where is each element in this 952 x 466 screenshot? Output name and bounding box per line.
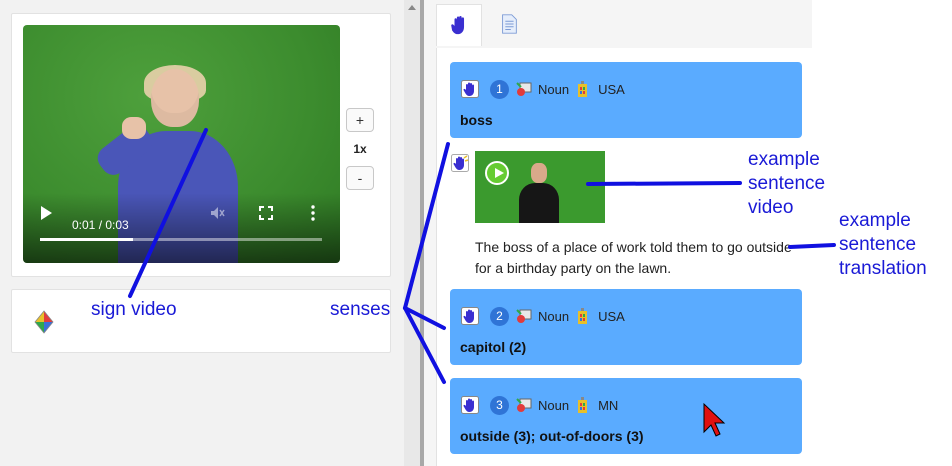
video-progress-bar[interactable] xyxy=(40,238,322,241)
annotation-line: sentence xyxy=(839,234,917,255)
playback-speed-control: + 1x - xyxy=(346,108,374,190)
example-sentence-translation: The boss of a place of work told them to… xyxy=(475,239,792,276)
sense-card-3[interactable]: 3 Noun MN outside (3); out-of-doors (3) xyxy=(450,378,802,454)
sense-number: 1 xyxy=(490,79,509,99)
sense-card-2[interactable]: 2 Noun USA capitol (2) xyxy=(450,289,802,365)
region: USA xyxy=(598,308,625,324)
example-sentence-video[interactable] xyxy=(475,151,605,223)
handshape-compass-icon[interactable] xyxy=(32,310,56,334)
more-options-icon[interactable] xyxy=(310,205,316,221)
annotation-line: video xyxy=(748,197,794,218)
annotation-sign-video: sign video xyxy=(91,299,177,320)
example-signer-figure xyxy=(519,163,559,223)
annotation-senses: senses xyxy=(330,299,391,320)
annotation-example-video: example sentence video xyxy=(748,148,825,220)
play-icon[interactable] xyxy=(41,206,52,220)
speed-label: 1x xyxy=(353,142,367,156)
sense-meta: 3 Noun MN xyxy=(461,395,618,415)
region-icon xyxy=(578,397,588,413)
tab-sign[interactable] xyxy=(436,4,482,46)
app-root: 0:01 / 0:03 + 1x - 1 Noun USA boss The b… xyxy=(0,0,952,466)
sense-number: 3 xyxy=(490,395,509,415)
volume-icon[interactable] xyxy=(209,205,225,221)
sense-gloss: outside (3); out-of-doors (3) xyxy=(460,428,644,444)
part-of-speech: Noun xyxy=(538,81,570,97)
speed-decrease-button[interactable]: - xyxy=(346,166,374,190)
part-of-speech-icon xyxy=(516,309,532,323)
annotation-line: sentence xyxy=(748,173,826,194)
part-of-speech-icon xyxy=(516,82,532,96)
sense-gloss: boss xyxy=(460,112,493,128)
annotation-line: example xyxy=(748,149,820,170)
region: USA xyxy=(598,81,625,97)
panel-scrollbar[interactable] xyxy=(404,0,420,466)
video-controls xyxy=(23,193,340,263)
region-icon xyxy=(578,81,588,97)
scroll-up-icon[interactable] xyxy=(408,5,416,10)
play-icon[interactable] xyxy=(485,161,509,185)
hand-icon xyxy=(451,16,465,35)
part-of-speech-icon xyxy=(516,398,532,412)
sign-hand-icon xyxy=(461,80,479,98)
sign-hand-icon xyxy=(461,396,479,414)
left-panel: 0:01 / 0:03 + 1x - xyxy=(0,0,404,466)
fullscreen-icon[interactable] xyxy=(259,206,273,220)
sign-video-card: 0:01 / 0:03 + 1x - xyxy=(11,13,391,277)
annotation-line: example xyxy=(839,210,911,231)
sense-card-1[interactable]: 1 Noun USA boss xyxy=(450,62,802,138)
region-icon xyxy=(578,308,588,324)
right-panel: 1 Noun USA boss The boss of a place of w… xyxy=(424,0,812,466)
sense-gloss: capitol (2) xyxy=(460,339,527,355)
document-icon xyxy=(502,14,517,34)
video-time: 0:01 / 0:03 xyxy=(72,218,129,232)
part-of-speech: Noun xyxy=(538,308,570,324)
sense-meta: 2 Noun USA xyxy=(461,306,625,326)
speed-increase-button[interactable]: + xyxy=(346,108,374,132)
sign-video-player[interactable]: 0:01 / 0:03 xyxy=(23,25,340,263)
senses-content: 1 Noun USA boss The boss of a place of w… xyxy=(436,48,812,466)
part-of-speech: Noun xyxy=(538,397,570,413)
video-progress-fill xyxy=(40,238,134,241)
sense-meta: 1 Noun USA xyxy=(461,79,625,99)
annotation-line: translation xyxy=(839,258,927,279)
annotation-example-translation: example sentence translation xyxy=(839,209,927,281)
region: MN xyxy=(598,397,619,413)
example-hand-icon xyxy=(451,154,469,172)
sign-hand-icon xyxy=(461,307,479,325)
sense-number: 2 xyxy=(490,306,509,326)
tab-document[interactable] xyxy=(486,4,532,46)
